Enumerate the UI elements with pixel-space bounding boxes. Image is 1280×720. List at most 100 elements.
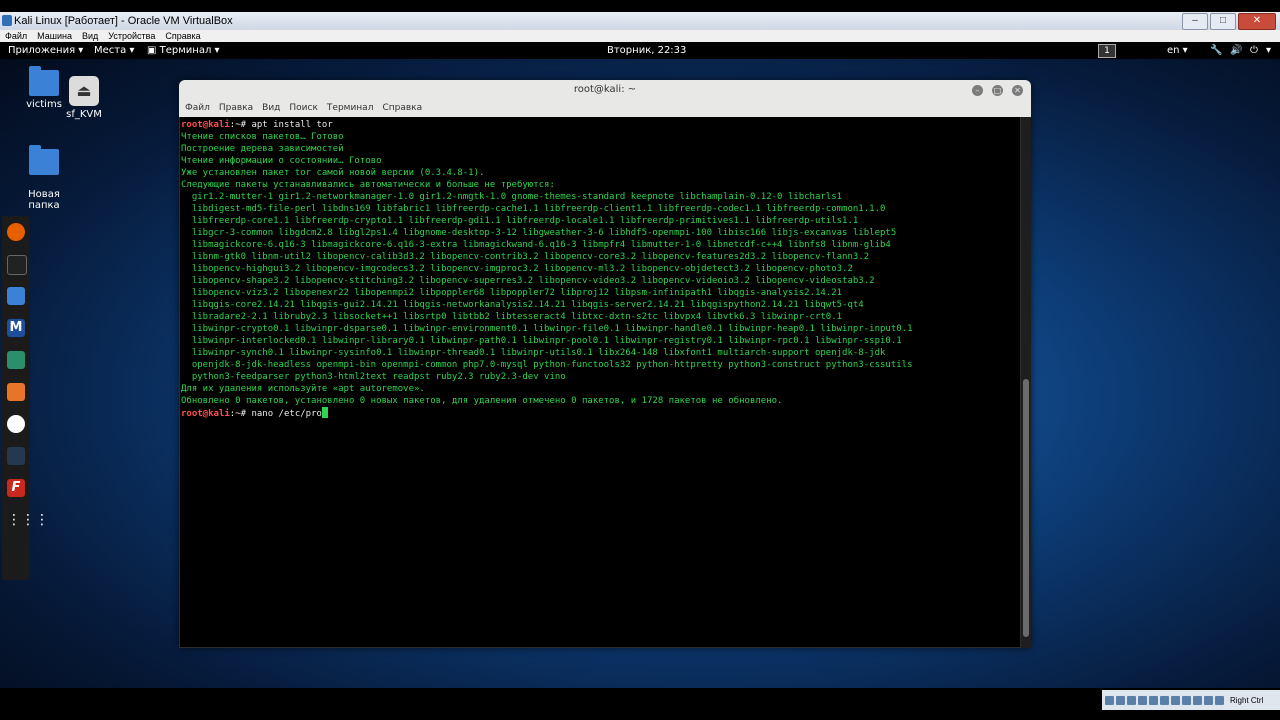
output-line: libmagickcore-6.q16-3 libmagickcore-6.q1… bbox=[181, 240, 891, 250]
prompt-path: :~# bbox=[229, 409, 252, 419]
output-line: libwinpr-crypto0.1 libwinpr-dsparse0.1 l… bbox=[181, 324, 913, 334]
power-icon[interactable]: ⏻ bbox=[1250, 42, 1258, 59]
output-line: Следующие пакеты устанавливались автомат… bbox=[181, 180, 555, 190]
terminal-menu-view[interactable]: Вид bbox=[262, 103, 280, 113]
command-text: apt install tor bbox=[251, 120, 333, 130]
minimize-button[interactable]: – bbox=[1182, 13, 1208, 30]
menu-file[interactable]: Файл bbox=[5, 30, 27, 42]
desktop-folder-new[interactable]: Новая папка bbox=[14, 138, 74, 222]
maltego-icon[interactable] bbox=[7, 415, 25, 433]
workspace-indicator[interactable]: 1 bbox=[1098, 44, 1116, 58]
clock[interactable]: Вторник, 22:33 bbox=[607, 42, 686, 59]
metasploit-icon[interactable]: M bbox=[7, 319, 25, 337]
virtualbox-statusbar: Right Ctrl bbox=[0, 688, 1280, 720]
output-line: libgcr-3-common libgdcm2.8 libgl2ps1.4 l… bbox=[181, 228, 897, 238]
menu-help[interactable]: Справка bbox=[165, 30, 200, 42]
keyboard-icon[interactable] bbox=[1215, 695, 1224, 705]
terminal-icon[interactable] bbox=[7, 255, 27, 275]
terminal-scrollbar[interactable] bbox=[1021, 117, 1031, 648]
terminal-menu-edit[interactable]: Правка bbox=[219, 103, 253, 113]
faraday-icon[interactable]: F bbox=[7, 479, 25, 497]
output-line: Уже установлен пакет tor самой новой вер… bbox=[181, 168, 485, 178]
terminal-title: root@kali: ~ bbox=[573, 84, 637, 95]
output-line: libnm-gtk0 libnm-util2 libopencv-calib3d… bbox=[181, 252, 870, 262]
audio-icon[interactable] bbox=[1127, 695, 1136, 705]
status-icons: Right Ctrl bbox=[1102, 690, 1280, 710]
prompt-path: :~# bbox=[229, 120, 252, 130]
terminal-menu-file[interactable]: Файл bbox=[185, 103, 210, 113]
maximize-button[interactable]: □ bbox=[1210, 13, 1236, 30]
menu-devices[interactable]: Устройства bbox=[108, 30, 155, 42]
output-line: libwinpr-interlocked0.1 libwinpr-library… bbox=[181, 336, 902, 346]
applications-menu[interactable]: Приложения ▾ bbox=[8, 42, 83, 59]
chevron-down-icon[interactable]: ▾ bbox=[1266, 42, 1271, 59]
network-icon[interactable] bbox=[1138, 695, 1147, 705]
terminal-app-menu[interactable]: ▣ Терминал ▾ bbox=[147, 42, 220, 59]
beef-icon[interactable] bbox=[7, 447, 25, 465]
desktop-drive-sf-kvm[interactable]: ⏏ sf_KVM bbox=[54, 76, 114, 120]
output-line: python3-feedparser python3-html2text rea… bbox=[181, 372, 566, 382]
output-line: libradare2-2.1 libruby2.3 libsocket++1 l… bbox=[181, 312, 843, 322]
output-line: openjdk-8-jdk-headless openmpi-bin openm… bbox=[181, 360, 913, 370]
places-menu[interactable]: Места ▾ bbox=[94, 42, 134, 59]
output-line: Чтение списков пакетов… Готово bbox=[181, 132, 344, 142]
tools-icon[interactable]: 🔧 bbox=[1210, 42, 1222, 59]
virtualbox-icon bbox=[2, 15, 12, 26]
drive-icon: ⏏ bbox=[69, 76, 99, 106]
output-line: gir1.2-mutter-1 gir1.2-networkmanager-1.… bbox=[181, 192, 843, 202]
prompt-user-host: root@kali bbox=[181, 409, 230, 419]
folder-icon bbox=[29, 145, 59, 175]
burpsuite-icon[interactable] bbox=[7, 383, 25, 401]
output-line: libfreerdp-core1.1 libfreerdp-crypto1.1 … bbox=[181, 216, 859, 226]
scrollbar-thumb[interactable] bbox=[1023, 379, 1029, 637]
output-line: libwinpr-synch0.1 libwinpr-sysinfo0.1 li… bbox=[181, 348, 886, 358]
output-line: Чтение информации о состоянии… Готово bbox=[181, 156, 382, 166]
command-input[interactable]: nano /etc/pro bbox=[251, 409, 321, 419]
firefox-icon[interactable] bbox=[7, 223, 25, 241]
desktop-icon-label: sf_KVM bbox=[66, 109, 102, 120]
prompt-line: root@kali:~# nano /etc/pro bbox=[181, 407, 1020, 420]
terminal-window: root@kali: ~ – □ ✕ Файл Правка Вид Поиск… bbox=[179, 80, 1031, 648]
dock: M F ⋮⋮⋮ bbox=[2, 216, 49, 580]
terminal-header: root@kali: ~ – □ ✕ Файл Правка Вид Поиск… bbox=[179, 80, 1031, 117]
prompt-user-host: root@kali bbox=[181, 120, 230, 130]
terminal-menu-help[interactable]: Справка bbox=[382, 103, 422, 113]
virtualbox-menubar: Файл Машина Вид Устройства Справка bbox=[0, 30, 1280, 42]
volume-icon[interactable]: 🔊 bbox=[1230, 42, 1242, 59]
gnome-top-bar: Приложения ▾ Места ▾ ▣ Терминал ▾ Вторни… bbox=[0, 42, 1280, 59]
display-icon[interactable] bbox=[1171, 695, 1180, 705]
language-menu[interactable]: en ▾ bbox=[1167, 42, 1188, 59]
desktop-icon-label: Новая папка bbox=[28, 189, 60, 211]
terminal-minimize-button[interactable]: – bbox=[972, 85, 983, 96]
window-title: Kali Linux [Работает] - Oracle VM Virtua… bbox=[14, 15, 233, 27]
virtualbox-titlebar: Kali Linux [Работает] - Oracle VM Virtua… bbox=[0, 12, 1280, 30]
usb-icon[interactable] bbox=[1149, 695, 1158, 705]
show-apps-icon[interactable]: ⋮⋮⋮ bbox=[7, 511, 49, 529]
terminal-maximize-button[interactable]: □ bbox=[992, 85, 1003, 96]
armitage-icon[interactable] bbox=[7, 351, 25, 369]
output-line: libdigest-md5-file-perl libdns169 libfab… bbox=[181, 204, 886, 214]
terminal-close-button[interactable]: ✕ bbox=[1012, 85, 1023, 96]
output-line: libopencv-shape3.2 libopencv-stitching3.… bbox=[181, 276, 875, 286]
terminal-menu-terminal[interactable]: Терминал bbox=[327, 103, 374, 113]
optical-icon[interactable] bbox=[1116, 695, 1125, 705]
text-cursor bbox=[321, 407, 328, 418]
menu-machine[interactable]: Машина bbox=[37, 30, 72, 42]
close-button[interactable]: ✕ bbox=[1238, 13, 1276, 30]
shared-folder-icon[interactable] bbox=[1160, 695, 1169, 705]
output-line: Для их удаления используйте «apt autorem… bbox=[181, 384, 425, 394]
terminal-icon: ▣ bbox=[147, 45, 160, 56]
host-key-label: Right Ctrl bbox=[1230, 695, 1264, 705]
terminal-output[interactable]: root@kali:~# apt install tor Чтение списк… bbox=[180, 117, 1020, 647]
hdd-icon[interactable] bbox=[1105, 695, 1114, 705]
output-line: libqgis-core2.14.21 libqgis-gui2.14.21 l… bbox=[181, 300, 864, 310]
terminal-menu-search[interactable]: Поиск bbox=[289, 103, 318, 113]
menu-view[interactable]: Вид bbox=[82, 30, 98, 42]
output-line: libopencv-highgui3.2 libopencv-imgcodecs… bbox=[181, 264, 853, 274]
output-line: Обновлено 0 пакетов, установлено 0 новых… bbox=[181, 396, 783, 406]
files-icon[interactable] bbox=[7, 287, 25, 305]
mouse-integration-icon[interactable] bbox=[1204, 695, 1213, 705]
recording-icon[interactable] bbox=[1182, 695, 1191, 705]
terminal-menu-label: Терминал ▾ bbox=[159, 45, 220, 56]
cpu-icon[interactable] bbox=[1193, 695, 1202, 705]
